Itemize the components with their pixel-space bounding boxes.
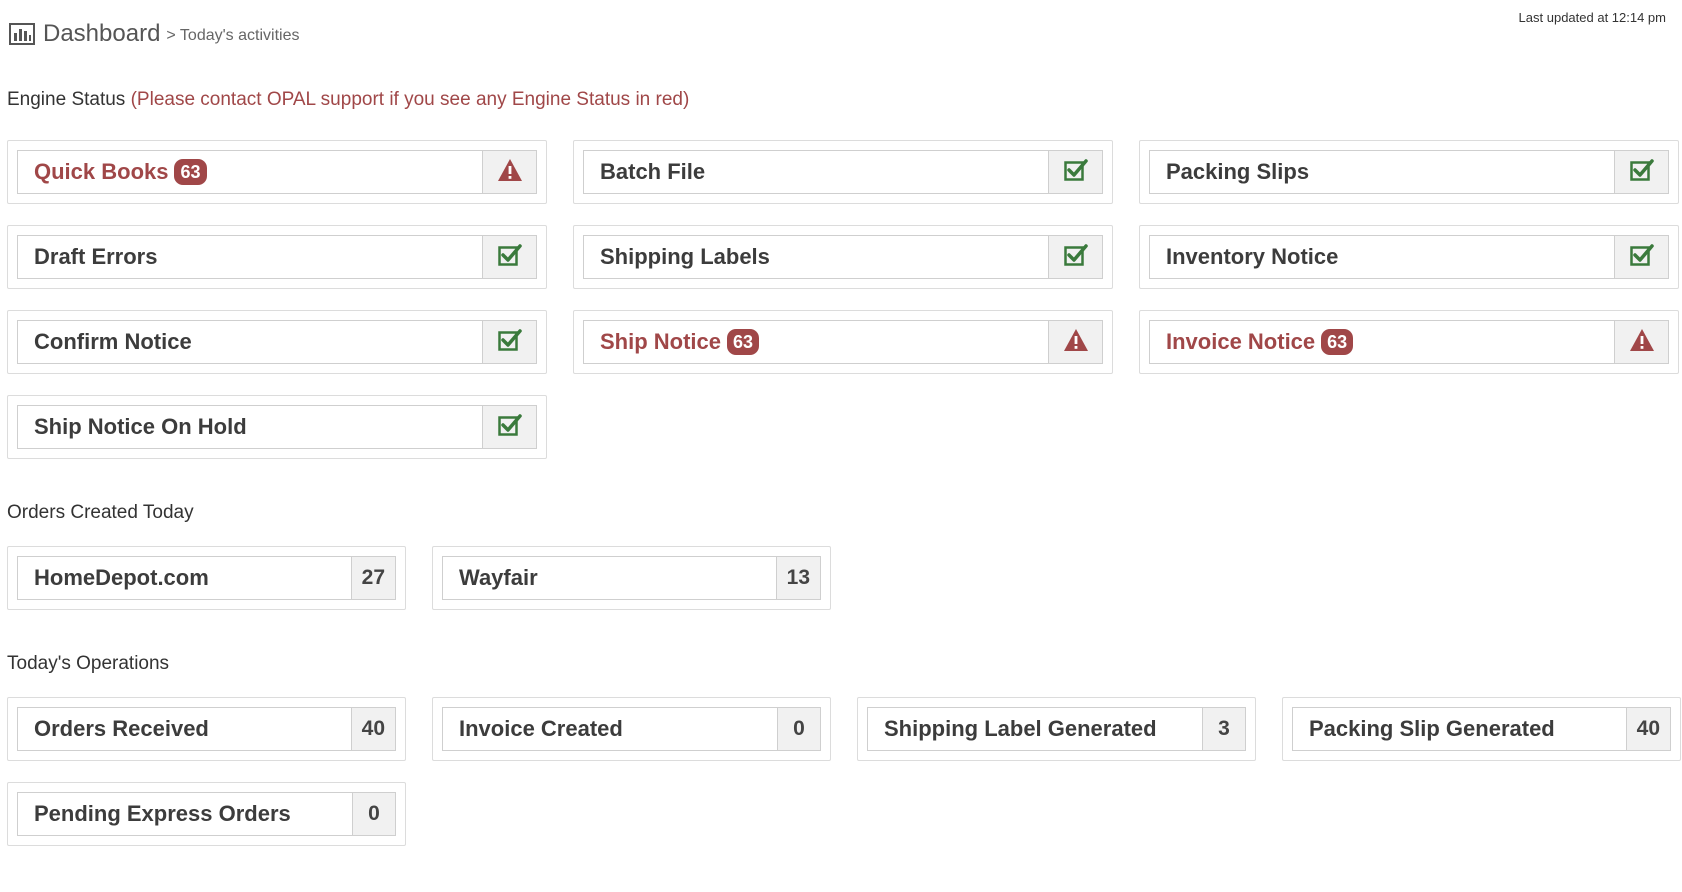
- order-source-card[interactable]: HomeDepot.com 27: [7, 546, 406, 610]
- engine-status-card[interactable]: Inventory Notice: [1139, 225, 1679, 289]
- operation-label: Shipping Label Generated: [884, 716, 1157, 741]
- status-indicator: [482, 406, 536, 448]
- page-header: Dashboard > Today's activities: [9, 18, 299, 50]
- error-count-badge: 63: [727, 329, 760, 355]
- engine-status-name: Batch File: [600, 159, 706, 184]
- engine-status-label: Ship Notice On Hold: [18, 406, 482, 448]
- error-count-badge: 63: [1321, 329, 1354, 355]
- order-source-label: Wayfair: [459, 565, 538, 590]
- engine-status-name: Ship Notice: [600, 329, 722, 354]
- status-indicator: [1614, 236, 1668, 278]
- engine-status-name: Quick Books: [34, 159, 169, 184]
- engine-status-card[interactable]: Batch File: [573, 140, 1113, 204]
- engine-status-label: Confirm Notice: [18, 321, 482, 363]
- warning-icon: [497, 158, 523, 187]
- order-count: 27: [350, 557, 395, 599]
- status-indicator: [1614, 321, 1668, 363]
- engine-status-label: Shipping Labels: [584, 236, 1048, 278]
- status-indicator: [1048, 151, 1102, 193]
- status-indicator: [482, 321, 536, 363]
- bar-chart-icon: [9, 23, 35, 45]
- last-updated-text: Last updated at 12:14 pm: [1518, 10, 1666, 25]
- operations-heading: Today's Operations: [7, 653, 170, 674]
- check-square-icon: [1063, 158, 1088, 186]
- engine-status-heading: Engine Status (Please contact OPAL suppo…: [7, 89, 689, 111]
- engine-status-title: Engine Status: [7, 89, 126, 110]
- orders-today-grid: HomeDepot.com 27 Wayfair 13: [7, 546, 831, 610]
- order-source-card[interactable]: Wayfair 13: [432, 546, 831, 610]
- engine-status-label: Packing Slips: [1150, 151, 1614, 193]
- status-indicator: [1048, 236, 1102, 278]
- operation-card[interactable]: Packing Slip Generated 40: [1282, 697, 1681, 761]
- engine-status-card[interactable]: Ship Notice On Hold: [7, 395, 547, 459]
- check-square-icon: [497, 243, 522, 271]
- engine-status-label: Ship Notice 63: [584, 321, 1048, 363]
- check-square-icon: [497, 328, 522, 356]
- status-indicator: [482, 151, 536, 193]
- breadcrumb[interactable]: > Today's activities: [166, 27, 299, 45]
- engine-status-name: Shipping Labels: [600, 244, 770, 269]
- status-indicator: [1048, 321, 1102, 363]
- engine-status-label: Draft Errors: [18, 236, 482, 278]
- engine-status-card[interactable]: Ship Notice 63: [573, 310, 1113, 374]
- warning-icon: [1063, 328, 1089, 357]
- operation-count: 40: [1625, 708, 1670, 750]
- operation-count: 40: [350, 708, 395, 750]
- engine-status-name: Invoice Notice: [1166, 329, 1316, 354]
- engine-status-label: Quick Books 63: [18, 151, 482, 193]
- engine-status-name: Ship Notice On Hold: [34, 414, 247, 439]
- operation-count: 0: [352, 793, 395, 835]
- engine-status-card[interactable]: Draft Errors: [7, 225, 547, 289]
- operation-label: Orders Received: [34, 716, 209, 741]
- engine-status-card[interactable]: Confirm Notice: [7, 310, 547, 374]
- engine-status-card[interactable]: Shipping Labels: [573, 225, 1113, 289]
- operation-card[interactable]: Pending Express Orders 0: [7, 782, 406, 846]
- order-count: 13: [775, 557, 820, 599]
- engine-status-label: Invoice Notice 63: [1150, 321, 1614, 363]
- operation-count: 0: [777, 708, 820, 750]
- operation-count: 3: [1202, 708, 1245, 750]
- engine-status-name: Confirm Notice: [34, 329, 192, 354]
- engine-status-grid: Quick Books 63 Batch File Packing Slips D…: [7, 140, 1679, 459]
- engine-status-name: Draft Errors: [34, 244, 158, 269]
- operation-card[interactable]: Shipping Label Generated 3: [857, 697, 1256, 761]
- engine-status-name: Inventory Notice: [1166, 244, 1339, 269]
- check-square-icon: [1063, 243, 1088, 271]
- operation-label: Invoice Created: [459, 716, 623, 741]
- status-indicator: [1614, 151, 1668, 193]
- status-indicator: [482, 236, 536, 278]
- operation-label: Packing Slip Generated: [1309, 716, 1555, 741]
- page-title: Dashboard: [43, 20, 161, 47]
- check-square-icon: [1629, 243, 1654, 271]
- engine-status-name: Packing Slips: [1166, 159, 1310, 184]
- engine-status-note: (Please contact OPAL support if you see …: [130, 89, 690, 110]
- operations-grid: Orders Received 40 Invoice Created 0 Shi…: [7, 697, 1681, 846]
- engine-status-label: Inventory Notice: [1150, 236, 1614, 278]
- operation-card[interactable]: Orders Received 40: [7, 697, 406, 761]
- error-count-badge: 63: [174, 159, 207, 185]
- check-square-icon: [1629, 158, 1654, 186]
- engine-status-card[interactable]: Invoice Notice 63: [1139, 310, 1679, 374]
- operation-card[interactable]: Invoice Created 0: [432, 697, 831, 761]
- engine-status-card[interactable]: Quick Books 63: [7, 140, 547, 204]
- check-square-icon: [497, 413, 522, 441]
- orders-today-heading: Orders Created Today: [7, 502, 194, 523]
- operation-label: Pending Express Orders: [34, 801, 291, 826]
- engine-status-label: Batch File: [584, 151, 1048, 193]
- engine-status-card[interactable]: Packing Slips: [1139, 140, 1679, 204]
- order-source-label: HomeDepot.com: [34, 565, 209, 590]
- warning-icon: [1629, 328, 1655, 357]
